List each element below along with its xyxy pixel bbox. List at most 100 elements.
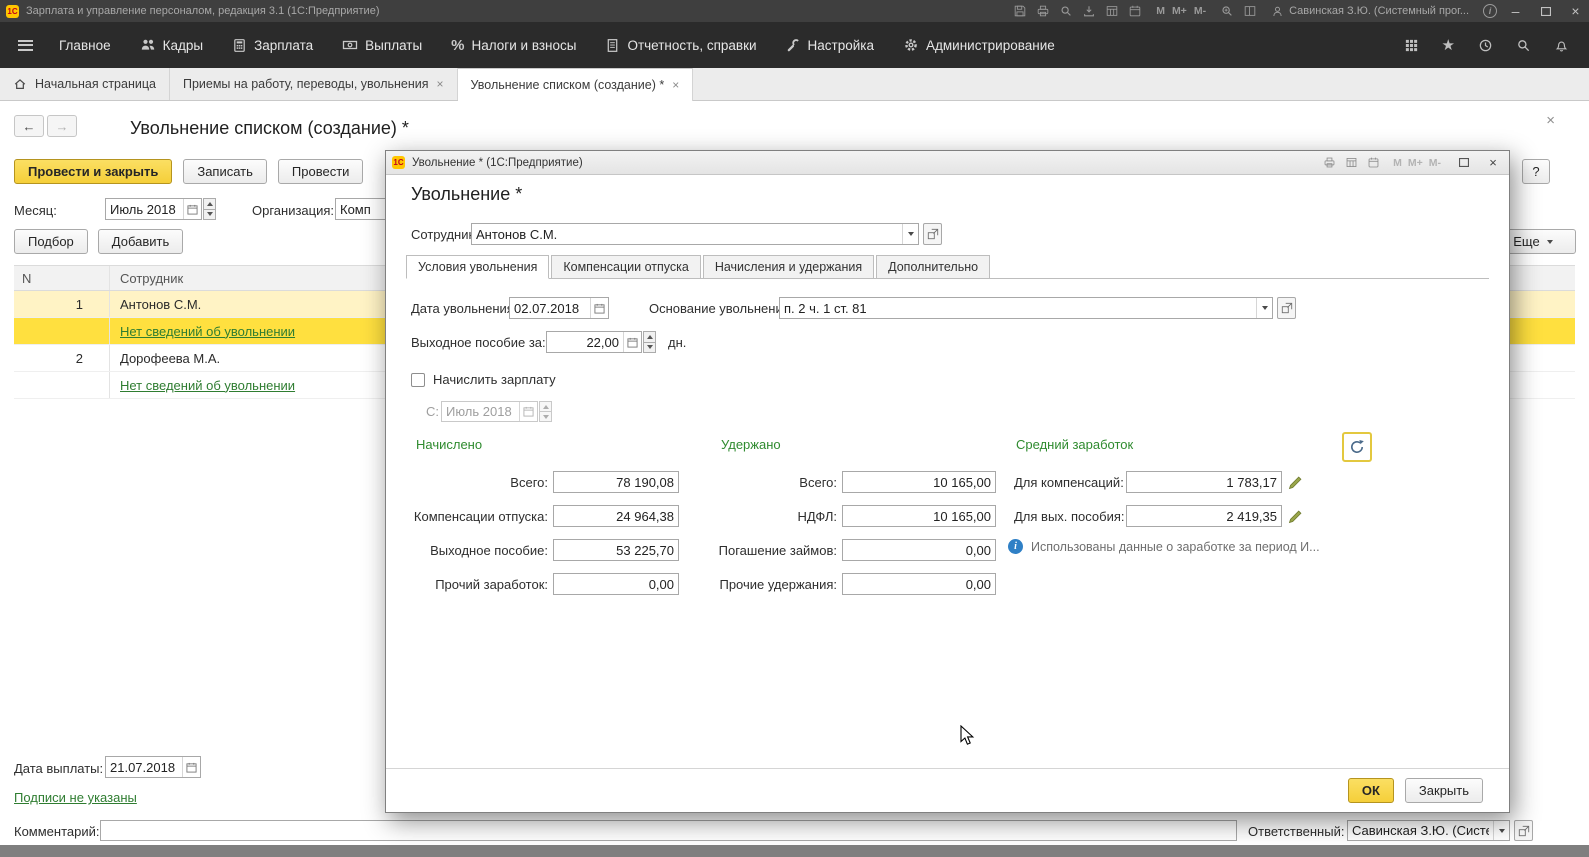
menu-item-taxes[interactable]: % Налоги и взносы: [451, 37, 576, 54]
tab-vacation-compensations[interactable]: Компенсации отпуска: [551, 255, 700, 278]
tab-close-icon[interactable]: ×: [672, 78, 679, 92]
month-spinner[interactable]: [203, 198, 216, 220]
dismiss-reason-dropdown[interactable]: [1256, 298, 1272, 318]
accrued-other-input[interactable]: [553, 573, 679, 595]
modal-calendar-icon[interactable]: [1367, 156, 1380, 169]
edit-pencil-icon[interactable]: [1288, 509, 1303, 524]
tab-accruals-deductions[interactable]: Начисления и удержания: [703, 255, 874, 278]
find-icon[interactable]: [1059, 4, 1073, 18]
severance-spinner[interactable]: [643, 331, 656, 353]
tab-dismissal-conditions[interactable]: Условия увольнения: [406, 255, 549, 279]
table-icon[interactable]: [1105, 4, 1119, 18]
modal-print-icon[interactable]: [1323, 156, 1336, 169]
withheld-ndfl-input[interactable]: [842, 505, 996, 527]
from-month-input[interactable]: [442, 402, 519, 421]
withheld-total-input[interactable]: [842, 471, 996, 493]
no-dismissal-data-link[interactable]: Нет сведений об увольнении: [120, 378, 295, 393]
tab-home[interactable]: Начальная страница: [0, 68, 170, 100]
dismiss-date-input[interactable]: [510, 298, 590, 318]
memory-m-plus[interactable]: M+: [1172, 5, 1187, 17]
forward-button[interactable]: →: [47, 115, 77, 137]
modal-maximize-button[interactable]: [1454, 154, 1474, 172]
ok-button[interactable]: ОК: [1348, 778, 1394, 803]
post-button[interactable]: Провести: [278, 159, 364, 184]
one-c-logo: 1С: [6, 5, 19, 18]
menu-item-reports[interactable]: Отчетность, справки: [605, 38, 756, 53]
info-icon[interactable]: i: [1483, 4, 1497, 18]
average-earnings-section: Для компенсаций: Для вых. пособия:: [1014, 471, 1303, 539]
accrue-salary-checkbox[interactable]: [411, 373, 425, 387]
month-calendar-button[interactable]: [183, 199, 201, 219]
menu-item-payments[interactable]: Выплаты: [342, 37, 422, 53]
no-dismissal-data-link[interactable]: Нет сведений об увольнении: [120, 324, 295, 339]
memory-m-plus[interactable]: M+: [1408, 157, 1423, 169]
month-input[interactable]: [106, 199, 183, 219]
memory-m-minus[interactable]: M-: [1429, 157, 1441, 169]
menu-item-settings[interactable]: Настройка: [786, 38, 874, 53]
column-n[interactable]: N: [14, 266, 110, 290]
print-icon[interactable]: [1036, 4, 1050, 18]
modal-titlebar[interactable]: 1С Увольнение * (1С:Предприятие) M M+ M-…: [386, 151, 1509, 175]
menu-item-personnel[interactable]: Кадры: [140, 37, 203, 53]
zoom-in-icon[interactable]: [1220, 4, 1234, 18]
add-button[interactable]: Добавить: [98, 229, 183, 254]
save-icon[interactable]: [1013, 4, 1027, 18]
tab-hires-transfers[interactable]: Приемы на работу, переводы, увольнения ×: [170, 68, 458, 100]
modal-close-button[interactable]: ×: [1483, 154, 1503, 172]
minimize-button[interactable]: –: [1504, 2, 1527, 20]
dismiss-reason-open-button[interactable]: [1277, 297, 1296, 319]
dismiss-date-calendar-button[interactable]: [590, 298, 608, 318]
export-icon[interactable]: [1082, 4, 1096, 18]
responsible-input[interactable]: [1348, 821, 1493, 840]
menu-item-administration[interactable]: Администрирование: [903, 37, 1055, 53]
write-button[interactable]: Записать: [183, 159, 267, 184]
edit-pencil-icon[interactable]: [1288, 475, 1303, 490]
withheld-other-input[interactable]: [842, 573, 996, 595]
refresh-button[interactable]: [1342, 432, 1372, 462]
notifications-bell-icon[interactable]: [1554, 38, 1569, 53]
hamburger-icon[interactable]: [14, 34, 37, 57]
responsible-dropdown[interactable]: [1493, 821, 1509, 840]
severance-calendar-button[interactable]: [623, 332, 641, 352]
maximize-button[interactable]: [1534, 2, 1557, 20]
history-icon[interactable]: [1478, 38, 1493, 53]
search-icon[interactable]: [1516, 38, 1531, 53]
menu-item-salary[interactable]: Зарплата: [232, 38, 313, 53]
tab-additional[interactable]: Дополнительно: [876, 255, 990, 278]
modal-table-icon[interactable]: [1345, 156, 1358, 169]
pick-button[interactable]: Подбор: [14, 229, 88, 254]
post-and-close-button[interactable]: Провести и закрыть: [14, 159, 172, 184]
memory-m-minus[interactable]: M-: [1194, 5, 1206, 17]
severance-days-input[interactable]: [547, 332, 623, 352]
tab-dismissal-list[interactable]: Увольнение списком (создание) * ×: [458, 68, 694, 101]
apps-grid-icon[interactable]: [1404, 38, 1419, 53]
tab-close-icon[interactable]: ×: [437, 77, 444, 91]
memory-m[interactable]: M: [1156, 5, 1165, 17]
employee-input[interactable]: [472, 224, 902, 244]
employee-open-button[interactable]: [923, 223, 942, 245]
signatures-link[interactable]: Подписи не указаны: [14, 790, 137, 805]
back-button[interactable]: ←: [14, 115, 44, 137]
withheld-loans-input[interactable]: [842, 539, 996, 561]
avg-severance-input[interactable]: [1126, 505, 1282, 527]
memory-m[interactable]: M: [1393, 157, 1402, 169]
dismiss-reason-input[interactable]: [780, 298, 1256, 318]
calendar-icon[interactable]: [1128, 4, 1142, 18]
close-modal-button[interactable]: Закрыть: [1405, 778, 1483, 803]
favorites-star-icon[interactable]: ★: [1442, 38, 1455, 53]
pay-date-input[interactable]: [106, 757, 182, 777]
accrued-vacation-comp-input[interactable]: [553, 505, 679, 527]
panels-icon[interactable]: [1243, 4, 1257, 18]
page-close-icon[interactable]: ×: [1546, 112, 1555, 129]
help-button[interactable]: ?: [1522, 159, 1550, 184]
employee-dropdown[interactable]: [902, 224, 918, 244]
comment-input[interactable]: [100, 820, 1237, 841]
menu-item-main[interactable]: Главное: [59, 38, 111, 53]
avg-compensation-input[interactable]: [1126, 471, 1282, 493]
responsible-open-button[interactable]: [1514, 820, 1533, 841]
current-user[interactable]: Савинская З.Ю. (Системный прог...: [1289, 5, 1469, 17]
pay-date-calendar-button[interactable]: [182, 757, 200, 777]
accrued-severance-input[interactable]: [553, 539, 679, 561]
close-button[interactable]: ×: [1564, 2, 1587, 20]
accrued-total-input[interactable]: [553, 471, 679, 493]
